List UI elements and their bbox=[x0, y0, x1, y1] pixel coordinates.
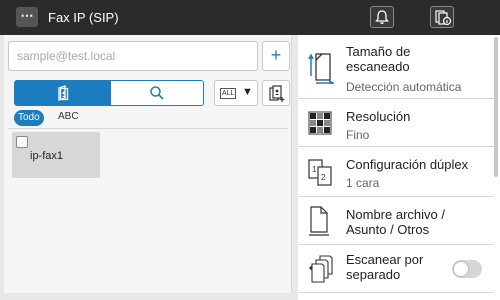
setting-title: Nombre archivo / Asunto / Otros bbox=[346, 207, 445, 237]
address-book-icon bbox=[58, 85, 69, 101]
destination-name: ip-fax1 bbox=[30, 150, 64, 162]
filter-tag: ALL bbox=[220, 88, 237, 99]
job-status-button[interactable] bbox=[430, 6, 454, 28]
add-destination-button[interactable]: + bbox=[262, 41, 290, 71]
tab-address-book[interactable] bbox=[15, 81, 111, 105]
setting-separate-scan[interactable]: Escanear por separado bbox=[298, 245, 494, 293]
scrollbar[interactable] bbox=[494, 37, 498, 177]
index-tab-todo[interactable]: Todo bbox=[14, 110, 44, 126]
setting-value: Detección automática bbox=[346, 80, 462, 94]
destination-panel: + ALL ▼ Todo bbox=[4, 35, 292, 293]
register-destination-button[interactable] bbox=[262, 80, 290, 106]
top-bar: ⋯ Fax IP (SIP) bbox=[0, 0, 500, 35]
separate-scan-icon bbox=[309, 255, 333, 283]
notification-button[interactable] bbox=[370, 6, 394, 28]
duplex-icon: 1 2 bbox=[308, 159, 332, 186]
setting-value: 1 cara bbox=[346, 176, 380, 190]
setting-duplex[interactable]: 1 2 Configuración dúplex 1 cara bbox=[298, 147, 494, 197]
setting-title: Escanear por separado bbox=[346, 252, 424, 282]
job-status-icon bbox=[435, 10, 452, 26]
resolution-icon bbox=[308, 111, 332, 135]
list-item[interactable]: ip-fax1 bbox=[12, 132, 100, 178]
setting-title: Resolución bbox=[346, 109, 411, 124]
separate-scan-toggle[interactable] bbox=[452, 260, 482, 278]
setting-file-name[interactable]: Nombre archivo / Asunto / Otros bbox=[298, 197, 494, 245]
search-icon bbox=[150, 86, 164, 100]
register-destination-icon bbox=[269, 85, 285, 102]
setting-resolution[interactable]: Resolución Fino bbox=[298, 99, 494, 147]
settings-panel: Tamaño de escaneado Detección automática… bbox=[298, 35, 500, 300]
destination-checkbox[interactable] bbox=[16, 136, 28, 148]
filter-dropdown[interactable]: ALL ▼ bbox=[214, 80, 258, 106]
bell-icon bbox=[375, 10, 389, 24]
toggle-knob bbox=[453, 261, 469, 277]
index-tab-abc[interactable]: ABC bbox=[58, 111, 79, 122]
page-title: Fax IP (SIP) bbox=[48, 10, 119, 25]
setting-value: Fino bbox=[346, 128, 370, 142]
chevron-down-icon: ▼ bbox=[242, 86, 253, 98]
setting-title: Tamaño de escaneado bbox=[346, 44, 411, 74]
scan-size-icon bbox=[308, 53, 334, 84]
svg-text:1: 1 bbox=[312, 165, 317, 174]
svg-text:2: 2 bbox=[321, 173, 326, 182]
tab-search[interactable] bbox=[111, 81, 203, 105]
file-name-icon bbox=[309, 206, 329, 236]
menu-button[interactable]: ⋯ bbox=[16, 7, 38, 27]
destination-tabs bbox=[14, 80, 204, 106]
setting-title: Configuración dúplex bbox=[346, 157, 469, 172]
divider bbox=[8, 128, 288, 129]
setting-scan-size[interactable]: Tamaño de escaneado Detección automática bbox=[298, 35, 494, 99]
destination-input[interactable] bbox=[8, 41, 258, 71]
